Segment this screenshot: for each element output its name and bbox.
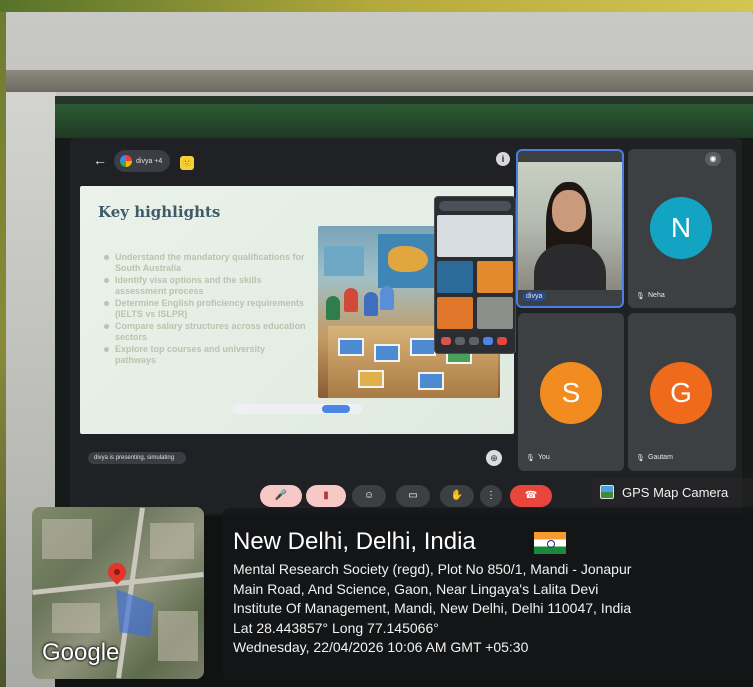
gps-app-label: GPS Map Camera	[592, 478, 753, 506]
illustration-child	[364, 292, 378, 316]
slide-bullet: Determine English proficiency requiremen…	[103, 298, 308, 320]
hand-icon: ✋	[450, 490, 464, 501]
mini-panel-slide	[437, 215, 513, 257]
info-icon[interactable]: i	[496, 152, 510, 166]
reaction-icon[interactable]: 🙂	[180, 156, 194, 170]
illustration-card	[410, 338, 436, 356]
mic-off-icon: 🎤	[274, 490, 288, 501]
more-button[interactable]: ⋮	[480, 485, 502, 507]
map-block	[158, 611, 198, 661]
camera-button[interactable]: ▮	[306, 485, 346, 507]
slide-bullet: Explore top courses and university pathw…	[103, 344, 308, 366]
mini-panel-tile	[477, 261, 513, 293]
wall-rail	[6, 70, 753, 92]
slide-title: Key highlights	[98, 203, 221, 221]
camera-icon: ▮	[323, 490, 329, 501]
map-block	[150, 523, 194, 559]
illustration-card	[358, 370, 384, 388]
leave-call-button[interactable]: ☎	[510, 485, 552, 507]
illustration-child	[380, 286, 394, 310]
raise-hand-button[interactable]: ✋	[440, 485, 474, 507]
mini-panel-tile	[437, 297, 473, 329]
slide-bullet-list: Understand the mandatory qualifications …	[103, 252, 308, 367]
layout-icon[interactable]: ⊕	[486, 450, 502, 466]
participant-video-divya	[518, 162, 622, 290]
slide-bullet: Compare salary structures across educati…	[103, 321, 308, 343]
avatar-you: S	[540, 362, 602, 424]
emoji-button[interactable]: ☺	[352, 485, 386, 507]
mini-panel-control[interactable]	[441, 337, 451, 345]
coordinates-line: Lat 28.443857° Long 77.145066°	[233, 619, 439, 636]
display-bezel-top	[55, 104, 753, 138]
avatar-initial: N	[670, 212, 692, 243]
location-city: New Delhi, Delhi, India	[233, 528, 476, 555]
google-logo: Google	[42, 639, 120, 666]
mini-panel-tile	[477, 297, 513, 329]
avatar-initial: S	[561, 377, 581, 408]
mini-meeting-panel[interactable]	[434, 196, 516, 354]
illustration-child	[326, 296, 340, 320]
participants-badge-label: divya +4	[136, 157, 163, 165]
illustration-card	[374, 344, 400, 362]
gps-app-name: GPS Map Camera	[622, 484, 729, 500]
participant-name-neha: Neha	[648, 292, 665, 299]
participant-face	[552, 190, 586, 232]
map-block	[52, 603, 100, 633]
map-block	[42, 519, 92, 559]
mini-panel-control[interactable]	[483, 337, 493, 345]
illustration-card	[418, 372, 444, 390]
gps-camera-icon	[600, 485, 614, 499]
back-arrow-icon[interactable]: ←	[92, 152, 108, 168]
address-line: Main Road, And Science, Gaon, Near Linga…	[233, 580, 599, 597]
participant-name-gautam: Gautam	[648, 454, 673, 461]
participant-name-you: You	[538, 454, 550, 461]
present-button[interactable]: ▭	[396, 485, 430, 507]
location-details: Mental Research Society (regd), Plot No …	[233, 560, 753, 658]
slide-bullet: Understand the mandatory qualifications …	[103, 252, 308, 274]
address-line: Mental Research Society (regd), Plot No …	[233, 561, 632, 577]
mic-off-icon: 🎙	[636, 455, 645, 462]
top-frame	[0, 0, 753, 12]
illustration-card	[338, 338, 364, 356]
participant-name-divya: divya	[522, 292, 547, 301]
slide-bullet: Identify visa options and the skills ass…	[103, 275, 308, 297]
timestamp-line: Wednesday, 22/04/2026 10:06 AM GMT +05:3…	[233, 639, 529, 655]
mic-off-icon: 🎙	[636, 293, 645, 300]
avatar-neha: N	[650, 197, 712, 259]
india-flag-icon	[534, 532, 566, 554]
participant-body	[534, 244, 606, 290]
address-line: Institute Of Management, Mandi, New Delh…	[233, 600, 632, 616]
emoji-icon: ☺	[363, 490, 375, 501]
map-area-highlight	[116, 589, 154, 637]
mini-panel-tile	[437, 261, 473, 293]
more-options-icon: ⋮	[486, 490, 496, 501]
slide-caption-bar	[232, 404, 362, 414]
speaker-icon[interactable]: ◉	[705, 152, 721, 166]
map-thumbnail[interactable]: Google	[32, 507, 204, 679]
presenting-status: divya is presenting, simulating	[88, 452, 186, 464]
mini-panel-control[interactable]	[455, 337, 465, 345]
illustration-child	[344, 288, 358, 312]
mini-panel-control[interactable]	[497, 337, 507, 345]
mini-panel-header	[439, 201, 511, 211]
mic-off-button[interactable]: 🎤	[260, 485, 302, 507]
phone-hangup-icon: ☎	[524, 490, 538, 501]
present-icon: ▭	[408, 490, 418, 501]
avatar-gautam: G	[650, 362, 712, 424]
avatar-initial: G	[670, 377, 692, 408]
meet-logo-icon	[120, 155, 132, 167]
mic-off-icon: 🎙	[526, 455, 535, 462]
participants-badge[interactable]: divya +4	[114, 150, 170, 172]
illustration-map	[324, 246, 364, 276]
slide-caption-button[interactable]	[322, 405, 350, 413]
mini-panel-control[interactable]	[469, 337, 479, 345]
